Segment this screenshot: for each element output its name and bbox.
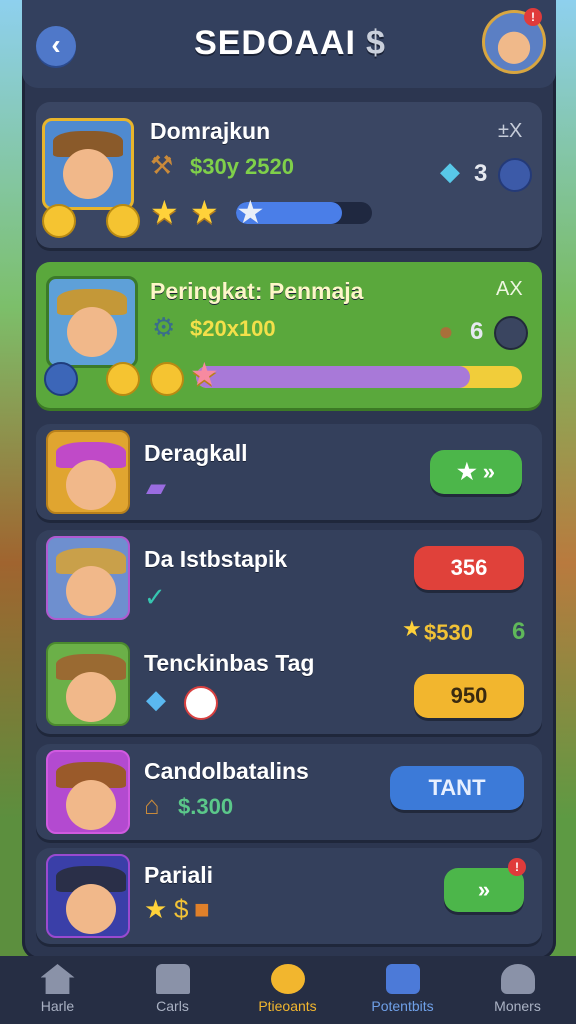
currency-symbol: $ <box>366 24 386 62</box>
hammer-icon: ⚒ <box>150 150 174 180</box>
coin-icon <box>106 204 140 238</box>
nav-label: Ptieoants <box>258 998 317 1014</box>
reward-money: $530 <box>424 620 473 645</box>
title-text: SEDOAAI <box>194 24 356 62</box>
player-avatar <box>46 750 130 834</box>
player-name: Da Istbstapik <box>144 546 288 572</box>
player-avatar <box>46 536 130 620</box>
nav-monsters[interactable]: Moners <box>460 956 575 1024</box>
player-avatar <box>46 642 130 726</box>
nav-potentials[interactable]: Potentbits <box>345 956 460 1024</box>
score-button[interactable]: 356 <box>414 546 524 590</box>
notification-badge: ! <box>508 858 526 876</box>
player-card-4[interactable]: Da Istbstapik ✓ 356 ★ $530 6 Tenckinbas … <box>36 530 542 734</box>
player-card-3[interactable]: Deragkall ▰ ★ » <box>36 424 542 520</box>
player-avatar <box>46 430 130 514</box>
item-count: 6 <box>470 318 484 345</box>
smiley-icon <box>150 362 184 396</box>
gem-icon: ⚙ <box>152 312 176 342</box>
player-money: $20x100 <box>190 316 276 341</box>
player-card-1[interactable]: Domrajkun ±X ⚒ $30y 2520 ◆ 3 ★ ★ ★ <box>36 102 542 248</box>
notification-badge: ! <box>524 8 542 26</box>
challenge-button[interactable]: ★ » <box>430 450 522 494</box>
player-name: Deragkall <box>144 440 248 466</box>
nav-home[interactable]: Harle <box>0 956 115 1024</box>
house-icon <box>40 964 75 994</box>
nav-label: Potentbits <box>371 998 434 1014</box>
gem-icon: ◆ <box>440 156 460 186</box>
player-name: Domrajkun <box>150 118 271 144</box>
star-icon: ★ <box>402 616 422 641</box>
player-name: Tenckinbas Tag <box>144 650 315 676</box>
check-icon: ✓ <box>144 582 166 612</box>
star-icon: ★ <box>236 194 265 230</box>
close-icon[interactable]: ±X <box>498 120 522 143</box>
nav-label: Carls <box>156 998 189 1014</box>
gem-count: 3 <box>474 160 488 187</box>
star-icon: ★ <box>190 194 219 230</box>
player-avatar <box>46 276 138 368</box>
back-button[interactable]: ‹ <box>36 26 76 66</box>
trophy-icon <box>270 964 305 994</box>
bottom-nav: Harle Carls Ptieoants Potentbits Moners <box>0 956 576 1024</box>
nav-cards[interactable]: Carls <box>115 956 230 1024</box>
house-icon: ⌂ <box>144 790 160 820</box>
dollar-icon: $ <box>174 894 189 924</box>
player-money: $.300 <box>178 794 234 819</box>
cards-icon <box>155 964 190 994</box>
star-icon: ★ <box>190 356 219 392</box>
player-money: $30y 2520 <box>190 154 294 179</box>
action-button[interactable]: TANT <box>390 766 524 810</box>
player-card-5[interactable]: Candolbatalins ⌂ $.300 TANT <box>36 744 542 840</box>
progress-bar <box>196 366 522 388</box>
player-card-2[interactable]: Peringkat: Penmaja AX ⚙ $20x100 ● 6 ★ <box>36 262 542 408</box>
person-icon <box>500 964 535 994</box>
coin-icon <box>42 204 76 238</box>
star-icon: ★ <box>144 894 168 924</box>
chest-icon: ■ <box>194 894 210 924</box>
alert-icon <box>184 686 218 720</box>
nav-label: Moners <box>494 998 541 1014</box>
player-card-6[interactable]: Pariali ★ $ ■ » ! <box>36 848 542 944</box>
reward-count: 6 <box>512 618 526 645</box>
player-name: Pariali <box>144 862 214 888</box>
nav-label: Harle <box>40 998 75 1014</box>
coin-icon <box>106 362 140 396</box>
star-icon: ★ <box>150 194 179 230</box>
gem-icon: ◆ <box>146 684 166 714</box>
add-icon[interactable] <box>494 316 528 350</box>
gem-icon: ▰ <box>146 472 166 502</box>
chest-icon <box>385 964 420 994</box>
close-icon[interactable]: AX <box>496 278 523 301</box>
player-avatar <box>46 854 130 938</box>
score-button[interactable]: 950 <box>414 674 524 718</box>
bag-icon: ● <box>438 316 454 346</box>
nav-points[interactable]: Ptieoants <box>230 956 345 1024</box>
player-name: Candolbatalins <box>144 758 309 784</box>
badge-icon <box>44 362 78 396</box>
player-name: Peringkat: Penmaja <box>150 278 364 304</box>
player-avatar <box>42 118 134 210</box>
level-badge <box>498 158 532 192</box>
page-title: SEDOAAI $ <box>150 24 430 63</box>
